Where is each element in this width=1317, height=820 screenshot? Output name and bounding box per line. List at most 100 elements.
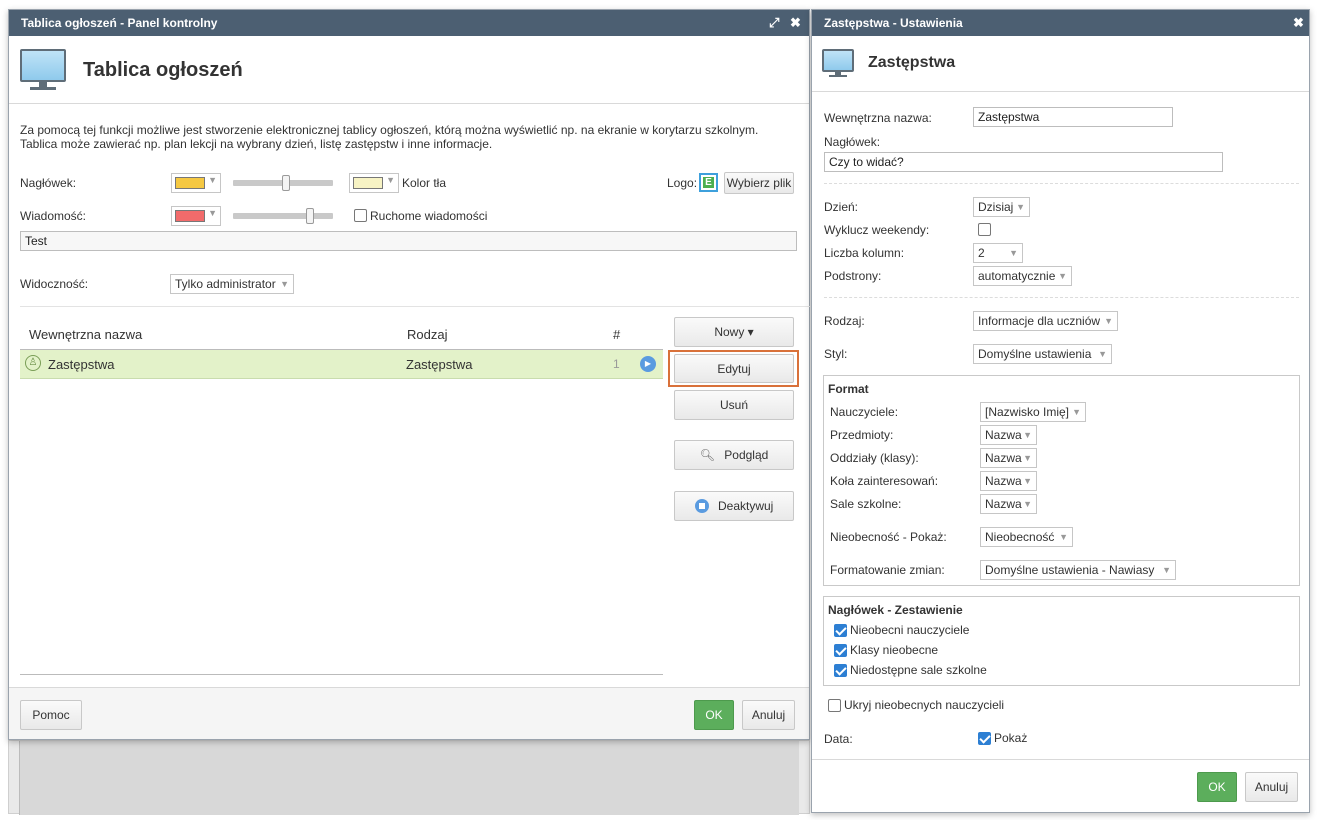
magnifier-icon: 🔍︎ [699,448,715,462]
exclude-weekends-checkbox[interactable] [978,223,991,236]
teachers-select[interactable]: [Nazwisko Imię] ▼ [980,402,1086,422]
classes-select[interactable]: Nazwa ▼ [980,448,1037,468]
subjects-label: Przedmioty: [830,428,894,442]
type-select[interactable]: Informacje dla uczniów ▼ [973,311,1118,331]
maximize-icon[interactable]: ⤢ [769,10,779,36]
clubs-label: Koła zainteresowań: [830,474,939,488]
page-title: Tablica ogłoszeń [83,59,243,81]
dialog-footer: Pomoc OK Anuluj [9,687,809,739]
edit-button[interactable]: Edytuj [674,354,794,383]
row-number: 1 [613,357,620,371]
message-size-slider[interactable] [233,208,333,224]
play-icon[interactable]: ▶ [640,356,656,372]
deactivate-label: Deaktywuj [717,499,774,513]
visibility-label: Widoczność: [20,277,89,291]
message-color-swatch [175,210,205,222]
summary-group: Nagłówek - Zestawienie Nieobecni nauczyc… [823,596,1300,686]
close-icon[interactable]: ✖ [1293,10,1304,36]
help-button[interactable]: Pomoc [20,700,82,730]
background-color-swatch [353,177,383,189]
header-label: Nagłówek: [20,176,77,190]
day-select[interactable]: Dzisiaj ▼ [973,197,1030,217]
control-panel-window: Tablica ogłoszeń - Panel kontrolny ⤢ ✖ T… [8,9,810,740]
cancel-button[interactable]: Anuluj [742,700,795,730]
columns-value: 2 [978,246,985,260]
day-label: Dzień: [824,200,859,214]
teachers-label: Nauczyciele: [830,405,899,419]
header-color-picker[interactable]: ▼ [171,173,221,193]
absent-classes-checkbox[interactable] [834,644,847,657]
clubs-select[interactable]: Nazwa ▼ [980,471,1037,491]
slider-handle[interactable] [282,175,290,191]
row-name: Zastępstwa [48,357,115,372]
date-label: Data: [824,732,853,746]
choose-file-button[interactable]: Wybierz plik [724,172,794,194]
table-bottom-divider [20,674,663,675]
columns-select[interactable]: 2 ▼ [973,243,1023,263]
delete-button[interactable]: Usuń [674,390,794,420]
header-size-slider[interactable] [233,175,333,191]
visibility-select[interactable]: Tylko administrator ▼ [170,274,294,294]
settings-header: Zastępstwa [812,36,1309,92]
preview-button[interactable]: 🔍︎ Podgląd [674,440,794,470]
close-icon[interactable]: ✖ [790,10,801,36]
internal-name-input[interactable]: Zastępstwa [973,107,1173,127]
subjects-value: Nazwa [985,428,1022,442]
changes-select[interactable]: Domyślne ustawienia - Nawiasy ▼ [980,560,1176,580]
absence-value: Nieobecność [985,530,1055,544]
description-line-2: Tablica może zawierać np. plan lekcji na… [20,137,493,151]
background-color-picker[interactable]: ▼ [349,173,399,193]
message-color-picker[interactable]: ▼ [171,206,221,226]
divider [824,183,1299,184]
cancel-button[interactable]: Anuluj [1245,772,1298,802]
absence-select[interactable]: Nieobecność ▼ [980,527,1073,547]
date-show-checkbox[interactable] [978,732,991,745]
date-show-label: Pokaż [994,731,1028,745]
replacement-icon: ♙ [25,355,41,371]
hide-absent-checkbox[interactable] [828,699,841,712]
window-title: Tablica ogłoszeń - Panel kontrolny [21,16,218,30]
header-color-swatch [175,177,205,189]
divider [824,297,1299,298]
moving-messages-checkbox[interactable] [354,209,367,222]
changes-label: Formatowanie zmian: [830,563,945,577]
subpages-select[interactable]: automatycznie ▼ [973,266,1072,286]
absent-teachers-label: Nieobecni nauczyciele [850,623,970,637]
hide-absent-label: Ukryj nieobecnych nauczycieli [844,698,1005,712]
table-row[interactable]: ♙ Zastępstwa Zastępstwa 1 ▶ [20,350,663,379]
classes-value: Nazwa [985,451,1022,465]
absent-teachers-checkbox[interactable] [834,624,847,637]
column-header-number[interactable]: # [613,327,620,342]
deactivate-button[interactable]: Deaktywuj [674,491,794,521]
absent-classes-label: Klasy nieobecne [850,643,939,657]
message-label: Wiadomość: [20,209,87,223]
unavailable-rooms-checkbox[interactable] [834,664,847,677]
ok-button[interactable]: OK [1197,772,1237,802]
message-input[interactable]: Test [20,231,797,251]
column-header-type[interactable]: Rodzaj [407,327,447,342]
style-select[interactable]: Domyślne ustawienia ▼ [973,344,1112,364]
style-label: Styl: [824,347,848,361]
column-header-name[interactable]: Wewnętrzna nazwa [29,327,142,342]
control-panel-titlebar: Tablica ogłoszeń - Panel kontrolny ⤢ ✖ [9,10,809,36]
teachers-value: [Nazwisko Imię] [985,405,1070,419]
description-line-1: Za pomocą tej funkcji możliwe jest stwor… [20,123,759,137]
format-group: Format Nauczyciele: [Nazwisko Imię] ▼ Prz… [823,375,1300,586]
dialog-footer: OK Anuluj [812,759,1309,812]
settings-title: Zastępstwa [868,54,956,71]
header-input[interactable]: Czy to widać? [824,152,1223,172]
summary-title: Nagłówek - Zestawienie [828,603,963,617]
settings-window: Zastępstwa - Ustawienia ✖ Zastępstwa Wew… [811,9,1310,813]
type-label: Rodzaj: [824,314,865,328]
subjects-select[interactable]: Nazwa ▼ [980,425,1037,445]
slider-handle[interactable] [306,208,314,224]
rooms-select[interactable]: Nazwa ▼ [980,494,1037,514]
exclude-weekends-label: Wyklucz weekendy: [824,223,930,237]
clubs-value: Nazwa [985,474,1022,488]
type-value: Informacje dla uczniów [978,314,1101,328]
classes-label: Oddziały (klasy): [830,451,919,465]
ok-button[interactable]: OK [694,700,734,730]
settings-titlebar: Zastępstwa - Ustawienia ✖ [812,10,1309,36]
logo-label: Logo: [667,176,698,190]
new-button[interactable]: Nowy ▾ [674,317,794,347]
